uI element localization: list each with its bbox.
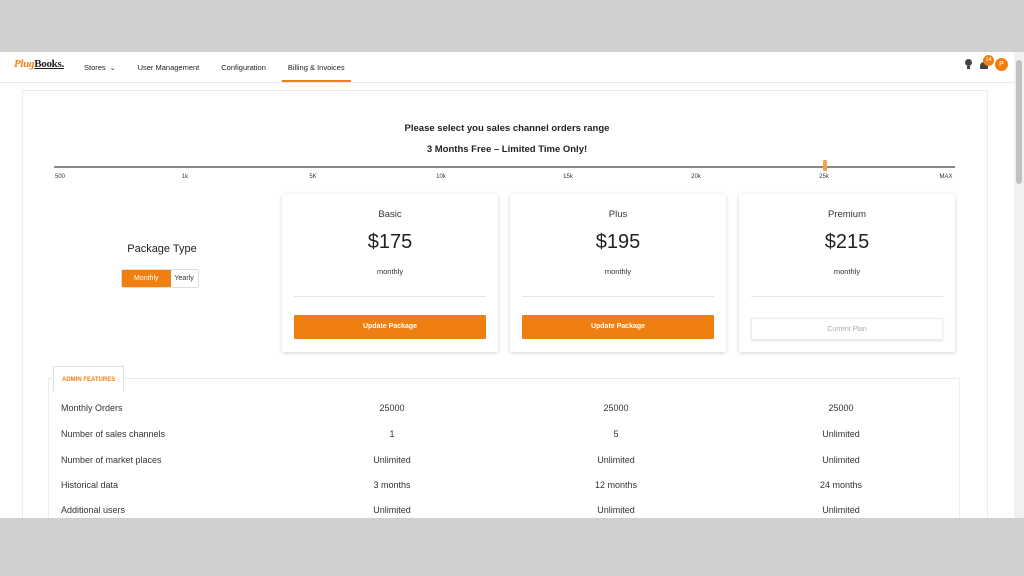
- package-type-label: Package Type: [127, 243, 197, 255]
- nav-billing-invoices[interactable]: Billing & Invoices: [281, 52, 351, 83]
- billing-period-toggle: Monthly Yearly: [121, 269, 199, 288]
- app-window: PlugBooks. Stores ⌄ User Management Conf…: [0, 52, 1024, 518]
- slider-tick: 15k: [563, 174, 573, 180]
- feature-value: Unlimited: [373, 505, 411, 515]
- feature-value: Unlimited: [597, 505, 635, 515]
- slider-handle[interactable]: [823, 160, 827, 171]
- feature-label: Monthly Orders: [61, 403, 123, 413]
- table-row: Number of sales channels 1 5 Unlimited: [61, 429, 941, 443]
- chevron-down-icon: ⌄: [109, 64, 116, 72]
- feature-value: 24 months: [819, 480, 863, 490]
- nav-billing-invoices-label: Billing & Invoices: [287, 63, 345, 72]
- top-navbar: PlugBooks. Stores ⌄ User Management Conf…: [0, 52, 1014, 83]
- main-nav: Stores ⌄ User Management Configuration B…: [84, 52, 373, 83]
- plan-period: monthly: [604, 267, 632, 276]
- feature-value: 25000: [379, 403, 405, 413]
- feature-value: 12 months: [594, 480, 638, 490]
- nav-configuration-label: Configuration: [221, 63, 266, 72]
- features-table: [48, 378, 960, 518]
- plan-period: monthly: [833, 267, 861, 276]
- header-actions: 14 P: [964, 54, 1008, 71]
- notification-badge: 14: [983, 54, 994, 66]
- plan-price: $175: [367, 231, 413, 253]
- update-package-button[interactable]: Update Package: [294, 315, 486, 339]
- feature-value: Unlimited: [822, 455, 860, 465]
- tab-admin-features[interactable]: ADMIN FEATURES: [53, 366, 125, 392]
- lightbulb-icon[interactable]: [964, 58, 973, 71]
- plan-price: $215: [824, 231, 870, 253]
- nav-stores-label: Stores: [84, 63, 106, 72]
- orders-range-slider[interactable]: [54, 166, 955, 168]
- promo-text: 3 Months Free – Limited Time Only!: [426, 144, 588, 155]
- feature-value: Unlimited: [822, 505, 860, 515]
- yearly-toggle-button[interactable]: Yearly: [170, 270, 198, 287]
- avatar[interactable]: P: [995, 58, 1008, 71]
- slider-tick: 25k: [819, 174, 829, 180]
- slider-tick: 1k: [181, 174, 189, 180]
- plan-name: Plus: [608, 209, 628, 220]
- card-divider: [294, 296, 486, 297]
- feature-value: 3 months: [373, 480, 411, 490]
- plan-card-basic: Basic $175 monthly Update Package: [282, 194, 498, 352]
- scroll-thumb[interactable]: [1016, 60, 1022, 184]
- slider-tick: 10k: [436, 174, 446, 180]
- bell-icon[interactable]: 14: [979, 54, 994, 71]
- feature-value: 5: [613, 429, 619, 439]
- feature-label: Historical data: [61, 480, 119, 490]
- feature-value: 25000: [603, 403, 629, 413]
- page-scrollbar[interactable]: [1014, 52, 1024, 518]
- plan-card-plus: Plus $195 monthly Update Package: [510, 194, 726, 352]
- table-row: Number of market places Unlimited Unlimi…: [61, 455, 941, 469]
- slider-tick: 20k: [691, 174, 701, 180]
- current-plan-button: Current Plan: [751, 318, 943, 340]
- nav-configuration[interactable]: Configuration: [221, 52, 266, 83]
- feature-value: Unlimited: [822, 429, 860, 439]
- nav-user-management-label: User Management: [137, 63, 200, 72]
- feature-label: Additional users: [61, 505, 126, 515]
- table-row: Monthly Orders 25000 25000 25000: [61, 403, 941, 417]
- update-package-button[interactable]: Update Package: [522, 315, 714, 339]
- plan-period: monthly: [376, 267, 404, 276]
- nav-user-management[interactable]: User Management: [138, 52, 200, 83]
- plan-name: Basic: [378, 209, 402, 220]
- table-row: Additional users Unlimited Unlimited Unl…: [61, 505, 941, 518]
- feature-value: 1: [389, 429, 395, 439]
- plan-name: Premium: [827, 209, 866, 220]
- plan-card-premium: Premium $215 monthly Current Plan: [739, 194, 955, 352]
- feature-value: Unlimited: [597, 455, 635, 465]
- feature-label: Number of sales channels: [61, 429, 166, 439]
- monthly-toggle-button[interactable]: Monthly: [122, 270, 171, 287]
- plugbooks-logo[interactable]: PlugBooks.: [14, 58, 64, 70]
- feature-value: Unlimited: [373, 455, 411, 465]
- nav-stores[interactable]: Stores ⌄: [84, 52, 116, 83]
- card-divider: [522, 296, 714, 297]
- card-divider: [751, 296, 943, 297]
- plan-price: $195: [595, 231, 641, 253]
- slider-tick: 500: [54, 174, 66, 180]
- slider-tick: 5K: [309, 174, 317, 180]
- range-title: Please select you sales channel orders r…: [404, 123, 610, 134]
- table-row: Historical data 3 months 12 months 24 mo…: [61, 480, 941, 494]
- feature-value: 25000: [828, 403, 854, 413]
- slider-tick: MAX: [939, 174, 953, 180]
- feature-label: Number of market places: [61, 455, 162, 465]
